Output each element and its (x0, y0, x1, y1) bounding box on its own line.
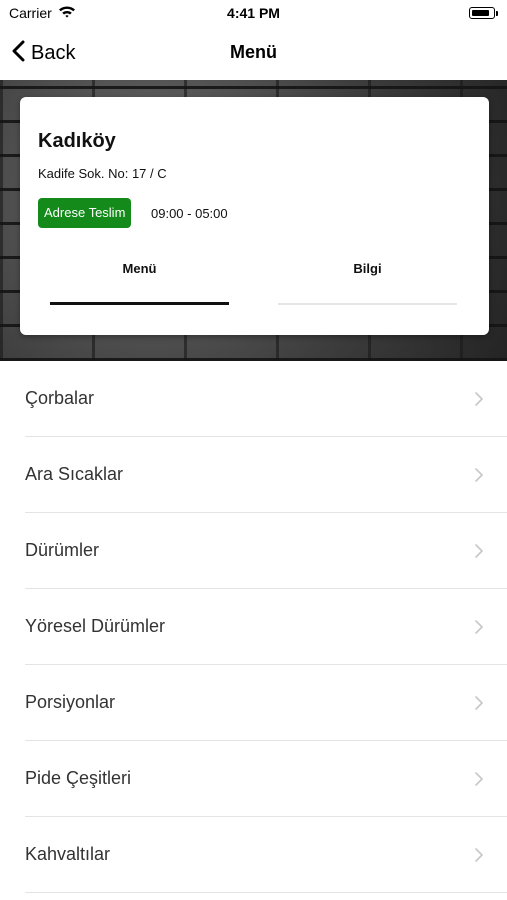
category-label: Kahvaltılar (25, 844, 111, 864)
category-row-kahvaltilar[interactable]: Kahvaltılar (0, 817, 507, 893)
category-label: Ara Sıcaklar (25, 464, 124, 484)
category-label: Dürümler (25, 540, 100, 560)
category-row-corbalar[interactable]: Çorbalar (0, 361, 507, 437)
delivery-badge: Adrese Teslim (38, 198, 132, 228)
tab-menu-indicator (50, 302, 229, 305)
chevron-right-icon (475, 772, 483, 791)
category-row-durumler[interactable]: Dürümler (0, 513, 507, 589)
category-row-ara-sicaklar[interactable]: Ara Sıcaklar (0, 437, 507, 513)
chevron-right-icon (475, 848, 483, 867)
page-title: Menü (230, 42, 277, 62)
chevron-right-icon (475, 392, 483, 411)
chevron-right-icon (475, 544, 483, 563)
battery-fill (472, 10, 489, 16)
store-card: Kadıköy Kadife Sok. No: 17 / C Adrese Te… (20, 97, 489, 335)
store-address: Kadife Sok. No: 17 / C (38, 166, 167, 181)
status-bar: Carrier 4:41 PM (0, 0, 507, 28)
category-label: Yöresel Dürümler (25, 616, 166, 636)
tab-menu-label: Menü (122, 261, 157, 276)
category-row-yoresel-durumler[interactable]: Yöresel Dürümler (0, 589, 507, 665)
category-row-porsiyonlar[interactable]: Porsiyonlar (0, 665, 507, 741)
tab-info-indicator (278, 303, 457, 305)
row-divider (25, 892, 507, 893)
chevron-right-icon (475, 468, 483, 487)
tab-info[interactable]: Bilgi (278, 247, 457, 305)
category-list: Çorbalar Ara Sıcaklar Dürümler Yöresel D… (0, 361, 507, 893)
store-name: Kadıköy (38, 130, 116, 152)
category-label: Çorbalar (25, 388, 95, 408)
status-time: 4:41 PM (227, 5, 280, 21)
navigation-bar: Back Menü (0, 28, 507, 80)
category-label: Porsiyonlar (25, 692, 116, 712)
battery-nub (496, 11, 498, 16)
category-row-pide-cesitleri[interactable]: Pide Çeşitleri (0, 741, 507, 817)
battery-icon (469, 7, 498, 19)
category-label: Pide Çeşitleri (25, 768, 132, 788)
tab-menu[interactable]: Menü (50, 247, 229, 305)
opening-hours: 09:00 - 05:00 (151, 206, 228, 221)
chevron-right-icon (475, 620, 483, 639)
chevron-right-icon (475, 696, 483, 715)
tab-info-label: Bilgi (353, 261, 382, 276)
